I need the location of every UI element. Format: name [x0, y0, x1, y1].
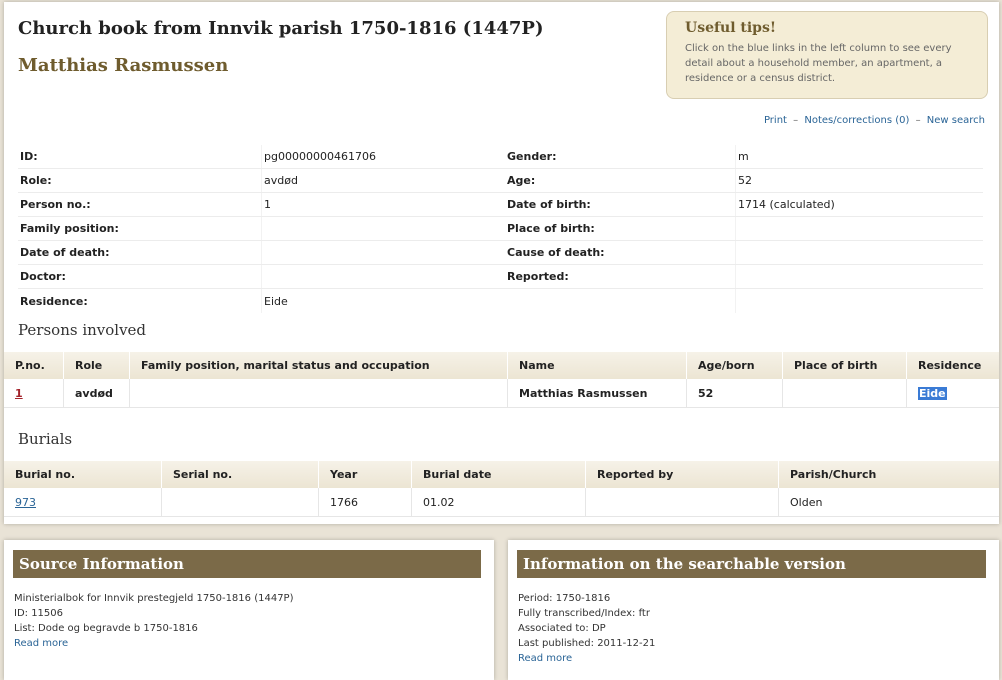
- name-cell: Matthias Rasmussen: [507, 379, 687, 408]
- action-links: Print – Notes/corrections (0) – New sear…: [764, 115, 985, 126]
- tips-title: Useful tips!: [685, 20, 776, 36]
- detail-value: avdød: [261, 169, 505, 192]
- detail-value: [735, 265, 976, 288]
- new-search-link[interactable]: New search: [927, 115, 985, 126]
- burials-table: Burial no. Serial no. Year Burial date R…: [4, 461, 999, 517]
- role-cell: avdød: [63, 379, 130, 408]
- birthplace-cell: [782, 379, 907, 408]
- column-header: Burial no.: [4, 461, 162, 488]
- print-link[interactable]: Print: [764, 115, 787, 126]
- table-header-row: Burial no. Serial no. Year Burial date R…: [4, 461, 999, 488]
- burials-heading: Burials: [18, 430, 73, 448]
- detail-label: Reported:: [507, 270, 569, 283]
- year-cell: 1766: [318, 488, 412, 517]
- searchable-line: Fully transcribed/Index: ftr: [518, 608, 650, 619]
- detail-value: 1714 (calculated): [735, 193, 976, 216]
- person-number-link[interactable]: 1: [15, 387, 23, 400]
- source-information-body: Ministerialbok for Innvik prestegjeld 17…: [14, 591, 293, 651]
- persons-table: P.no. Role Family position, marital stat…: [4, 352, 999, 408]
- column-header: Reported by: [585, 461, 779, 488]
- detail-value: [261, 241, 505, 264]
- detail-row: Date of death: Cause of death:: [18, 241, 983, 265]
- notes-corrections-link[interactable]: Notes/corrections (0): [804, 115, 909, 126]
- main-panel: Church book from Innvik parish 1750-1816…: [4, 2, 999, 524]
- burial-number-link[interactable]: 973: [15, 496, 36, 509]
- detail-label: Family position:: [20, 222, 119, 235]
- persons-involved-heading: Persons involved: [18, 321, 147, 339]
- burial-date-cell: 01.02: [411, 488, 586, 517]
- source-information-heading: Source Information: [13, 550, 481, 578]
- searchable-version-panel: Information on the searchable version Pe…: [508, 540, 999, 680]
- page-title: Church book from Innvik parish 1750-1816…: [18, 18, 544, 39]
- detail-label: Age:: [507, 174, 536, 187]
- source-line: Ministerialbok for Innvik prestegjeld 17…: [14, 593, 294, 604]
- link-separator: –: [793, 115, 799, 126]
- table-header-row: P.no. Role Family position, marital stat…: [4, 352, 999, 379]
- detail-row: Role: avdød Age: 52: [18, 169, 983, 193]
- age-cell: 52: [686, 379, 783, 408]
- column-header: Parish/Church: [778, 461, 999, 488]
- detail-label: Cause of death:: [507, 246, 605, 259]
- searchable-line: Last published: 2011-12-21: [518, 638, 656, 649]
- column-header: Place of birth: [782, 352, 907, 379]
- detail-value: pg00000000461706: [261, 145, 505, 168]
- useful-tips-box: Useful tips! Click on the blue links in …: [666, 11, 988, 99]
- burial-no-cell: 973: [4, 488, 162, 517]
- detail-label: Residence:: [20, 294, 88, 308]
- column-header: P.no.: [4, 352, 64, 379]
- detail-value: 1: [261, 193, 505, 216]
- detail-value: m: [735, 145, 976, 168]
- source-information-panel: Source Information Ministerialbok for In…: [4, 540, 494, 680]
- reported-by-cell: [585, 488, 779, 517]
- detail-row: ID: pg00000000461706 Gender: m: [18, 145, 983, 169]
- residence-selected-text[interactable]: Eide: [918, 386, 947, 400]
- family-position-cell: [129, 379, 508, 408]
- detail-label: ID:: [20, 150, 38, 163]
- detail-value: [735, 241, 976, 264]
- table-row: 1 avdød Matthias Rasmussen 52 Eide: [4, 379, 999, 408]
- detail-row: Doctor: Reported:: [18, 265, 983, 289]
- searchable-read-more-link[interactable]: Read more: [518, 653, 572, 664]
- source-line: List: Dode og begravde b 1750-1816: [14, 623, 198, 634]
- pno-cell: 1: [4, 379, 64, 408]
- parish-cell: Olden: [778, 488, 999, 517]
- column-header: Age/born: [686, 352, 783, 379]
- detail-label: Gender:: [507, 150, 557, 163]
- table-row: 973 1766 01.02 Olden: [4, 488, 999, 517]
- serial-no-cell: [161, 488, 319, 517]
- searchable-line: Associated to: DP: [518, 623, 606, 634]
- detail-label: Date of death:: [20, 246, 110, 259]
- detail-value: [261, 217, 505, 240]
- column-header: Burial date: [411, 461, 586, 488]
- detail-row: Family position: Place of birth:: [18, 217, 983, 241]
- detail-value: [735, 289, 976, 313]
- searchable-line: Period: 1750-1816: [518, 593, 611, 604]
- residence-cell: Eide: [906, 379, 999, 408]
- detail-value: Eide: [261, 289, 505, 313]
- detail-value: [735, 217, 976, 240]
- searchable-version-heading: Information on the searchable version: [517, 550, 986, 578]
- source-read-more-link[interactable]: Read more: [14, 638, 68, 649]
- detail-label: Date of birth:: [507, 198, 591, 211]
- detail-row: Residence: Eide: [18, 289, 983, 313]
- tips-text: Click on the blue links in the left colu…: [685, 43, 952, 84]
- column-header: Year: [318, 461, 412, 488]
- column-header: Residence: [906, 352, 999, 379]
- detail-value: [261, 265, 505, 288]
- column-header: Role: [63, 352, 130, 379]
- person-details: ID: pg00000000461706 Gender: m Role: avd…: [18, 145, 983, 313]
- source-line: ID: 11506: [14, 608, 64, 619]
- column-header: Name: [507, 352, 687, 379]
- detail-label: Role:: [20, 174, 52, 187]
- searchable-version-body: Period: 1750-1816 Fully transcribed/Inde…: [518, 591, 655, 666]
- column-header: Family position, marital status and occu…: [129, 352, 508, 379]
- detail-label: Person no.:: [20, 198, 91, 211]
- detail-row: Person no.: 1 Date of birth: 1714 (calcu…: [18, 193, 983, 217]
- detail-value: 52: [735, 169, 976, 192]
- detail-label: Place of birth:: [507, 222, 595, 235]
- person-name-heading: Matthias Rasmussen: [18, 55, 229, 76]
- link-separator: –: [915, 115, 921, 126]
- detail-label: Doctor:: [20, 270, 66, 283]
- column-header: Serial no.: [161, 461, 319, 488]
